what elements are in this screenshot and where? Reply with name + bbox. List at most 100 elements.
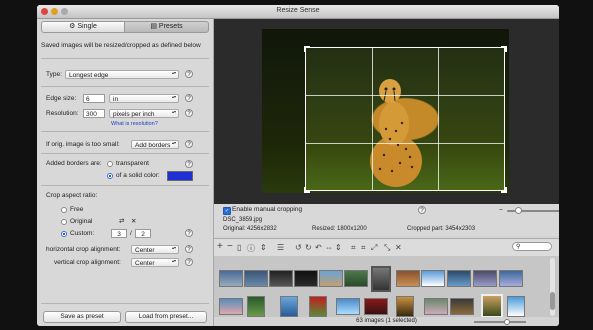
type-select[interactable]: Longest edge bbox=[65, 70, 179, 79]
thumbnail[interactable] bbox=[364, 298, 388, 315]
presets-icon: ▤ bbox=[150, 23, 159, 30]
help-icon[interactable]: ? bbox=[185, 229, 193, 237]
tab-presets[interactable]: ▤ Presets bbox=[124, 21, 209, 33]
close-icon[interactable]: ✕ bbox=[395, 243, 402, 252]
type-label: Type: bbox=[46, 71, 62, 78]
solid-color-radio[interactable] bbox=[107, 173, 113, 179]
border-color-swatch[interactable] bbox=[167, 171, 193, 181]
help-icon[interactable]: ? bbox=[185, 245, 193, 253]
thumbnail-strip bbox=[214, 256, 559, 321]
remove-icon[interactable]: − bbox=[227, 241, 233, 252]
divider bbox=[41, 303, 209, 304]
help-icon[interactable]: ? bbox=[185, 70, 193, 78]
list-icon[interactable]: ☰ bbox=[277, 243, 284, 252]
swap-icon[interactable]: ⇄ bbox=[119, 217, 124, 225]
thumbnail[interactable] bbox=[319, 270, 343, 287]
tab-single-label: Single bbox=[77, 23, 97, 30]
thumbnail[interactable] bbox=[421, 270, 445, 287]
ratio-b-input[interactable]: 2 bbox=[135, 229, 151, 238]
help-icon[interactable]: ? bbox=[185, 140, 193, 148]
thumbnail[interactable] bbox=[396, 296, 414, 317]
edge-size-input[interactable]: 6 bbox=[83, 94, 105, 103]
thumbnail[interactable] bbox=[507, 296, 525, 317]
load-preset-button[interactable]: Load from preset... bbox=[125, 311, 207, 323]
crop-mask bbox=[262, 47, 305, 191]
original-ratio-radio[interactable] bbox=[61, 219, 67, 225]
custom-ratio-radio[interactable] bbox=[61, 231, 67, 237]
image-viewer bbox=[214, 19, 559, 204]
rotate-left-icon[interactable]: ↺ bbox=[295, 243, 302, 252]
crop-handle-bottom-right[interactable] bbox=[501, 187, 507, 193]
thumbnail[interactable] bbox=[371, 266, 391, 292]
scrollbar-thumb[interactable] bbox=[550, 292, 555, 310]
crop-handle-top-right[interactable] bbox=[501, 46, 507, 52]
what-is-resolution-link[interactable]: What is resolution? bbox=[111, 121, 158, 127]
crop-handle-top-left[interactable] bbox=[304, 46, 310, 52]
flip-horizontal-icon[interactable]: ⇔ bbox=[325, 243, 333, 252]
search-icon: ⚲ bbox=[516, 244, 521, 250]
thumbnail[interactable] bbox=[294, 270, 318, 287]
status-bar: 63 images (1 selected) bbox=[214, 317, 559, 326]
thumbnail[interactable] bbox=[499, 270, 523, 287]
flip-vertical-icon[interactable]: ⇕ bbox=[335, 243, 342, 252]
too-small-label: If orig. image is too small: bbox=[46, 141, 120, 148]
thumbnail-size-slider[interactable] bbox=[474, 319, 526, 325]
zoom-slider-knob[interactable] bbox=[515, 207, 522, 214]
ratio-a-input[interactable]: 3 bbox=[111, 229, 127, 238]
close-icon[interactable]: ✕ bbox=[131, 217, 136, 225]
help-icon[interactable]: ? bbox=[185, 94, 193, 102]
thumbnail[interactable] bbox=[336, 298, 360, 315]
resolution-input[interactable]: 300 bbox=[83, 109, 105, 118]
too-small-select[interactable]: Add borders bbox=[131, 140, 179, 149]
expand-icon[interactable]: ⤢ bbox=[371, 243, 377, 253]
help-icon[interactable]: ? bbox=[185, 258, 193, 266]
transparent-radio[interactable] bbox=[107, 161, 113, 167]
save-preset-button[interactable]: Save as preset bbox=[43, 311, 121, 323]
grid-icon[interactable]: ⌗ bbox=[351, 243, 356, 253]
tab-single[interactable]: ⚙ Single bbox=[41, 21, 125, 33]
thumbnail[interactable] bbox=[247, 296, 265, 317]
info-icon[interactable]: ⓘ bbox=[247, 243, 255, 254]
thumbnail[interactable] bbox=[280, 296, 298, 317]
v-align-select[interactable]: Center bbox=[131, 258, 179, 267]
add-icon[interactable]: + bbox=[217, 241, 223, 252]
thumbnail[interactable] bbox=[219, 298, 243, 315]
crop-grid-line bbox=[306, 143, 504, 144]
search-input[interactable]: ⚲ bbox=[512, 242, 552, 251]
compress-icon[interactable]: ⤡ bbox=[384, 243, 390, 253]
thumbnail-scrollbar[interactable] bbox=[550, 258, 555, 316]
thumbnail[interactable] bbox=[424, 298, 448, 315]
thumbnail[interactable] bbox=[219, 270, 243, 287]
crop-icon[interactable]: ⌗ bbox=[361, 243, 366, 253]
thumbnail[interactable] bbox=[344, 270, 368, 287]
undo-icon[interactable]: ↶ bbox=[315, 243, 322, 252]
crop-handle-bottom-left[interactable] bbox=[304, 187, 310, 193]
flip-vertical-icon[interactable]: ⇕ bbox=[260, 243, 267, 252]
thumbnail-selected[interactable] bbox=[481, 294, 503, 318]
settings-panel: ⚙ Single ▤ Presets Saved images will be … bbox=[37, 19, 214, 326]
h-align-select[interactable]: Center bbox=[131, 245, 179, 254]
help-icon[interactable]: ? bbox=[185, 109, 193, 117]
slider-knob[interactable] bbox=[504, 319, 510, 325]
help-icon[interactable]: ? bbox=[418, 206, 426, 214]
crop-grid-line bbox=[438, 48, 439, 190]
transparent-label: transparent bbox=[116, 160, 149, 167]
thumbnail[interactable] bbox=[244, 270, 268, 287]
thumbnail[interactable] bbox=[447, 270, 471, 287]
thumbnail[interactable] bbox=[309, 296, 327, 317]
help-icon[interactable]: ? bbox=[185, 160, 193, 168]
thumbnail[interactable] bbox=[269, 270, 293, 287]
edge-unit-select[interactable]: in bbox=[109, 94, 179, 103]
divider bbox=[41, 185, 209, 186]
free-ratio-radio[interactable] bbox=[61, 207, 67, 213]
thumbnail[interactable] bbox=[473, 270, 497, 287]
thumbnail[interactable] bbox=[450, 298, 474, 315]
crop-frame[interactable] bbox=[304, 46, 507, 193]
rotate-right-icon[interactable]: ↻ bbox=[305, 243, 312, 252]
document-icon[interactable]: ▯ bbox=[237, 243, 241, 252]
zoom-slider[interactable] bbox=[507, 207, 559, 214]
zoom-out-icon[interactable]: − bbox=[499, 207, 503, 214]
resolution-unit-select[interactable]: pixels per inch bbox=[109, 109, 179, 118]
manual-crop-checkbox[interactable]: ✓ bbox=[223, 207, 231, 215]
thumbnail[interactable] bbox=[396, 270, 420, 287]
